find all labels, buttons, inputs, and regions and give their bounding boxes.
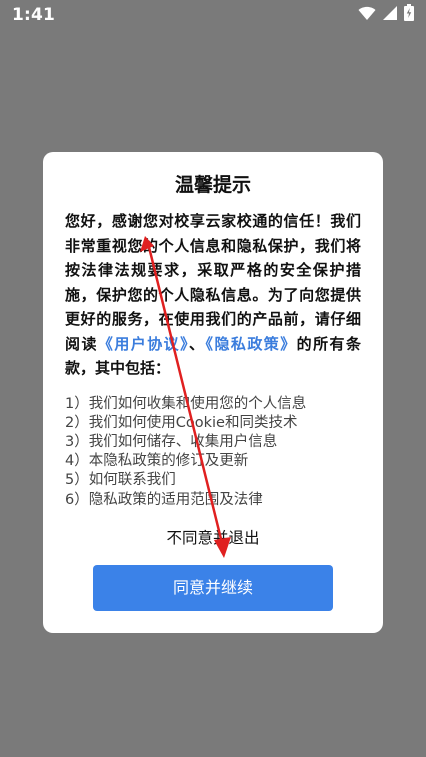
intro-text: 您好，感谢您对校享云家校通的信任！我们非常重视您的个人信息和隐私保护，我们将按法…	[65, 212, 361, 353]
privacy-policy-link[interactable]: 《隐私政策》	[206, 335, 297, 353]
privacy-dialog: 温馨提示 您好，感谢您对校享云家校通的信任！我们非常重视您的个人信息和隐私保护，…	[43, 152, 383, 633]
list-item: 4）本隐私政策的修订及更新	[65, 453, 249, 470]
list-item: 2）我们如何使用Cookie和同类技术	[65, 414, 298, 431]
list-item: 1）我们如何收集和使用您的个人信息	[65, 395, 307, 412]
list-item: 3）我们如何储存、收集用户信息	[65, 433, 278, 450]
signal-icon	[382, 5, 398, 21]
link-separator: 、	[189, 334, 206, 353]
user-agreement-link[interactable]: 《用户协议》	[98, 335, 189, 353]
dialog-intro: 您好，感谢您对校享云家校通的信任！我们非常重视您的个人信息和隐私保护，我们将按法…	[65, 209, 361, 381]
battery-icon	[404, 4, 414, 21]
status-icons	[358, 4, 414, 21]
accept-continue-button[interactable]: 同意并继续	[93, 565, 333, 611]
dialog-title: 温馨提示	[174, 174, 251, 196]
wifi-icon	[358, 5, 376, 21]
decline-exit-button[interactable]: 不同意并退出	[43, 526, 383, 550]
list-item: 5）如何联系我们	[65, 472, 176, 489]
status-bar: 1:41	[0, 0, 426, 32]
list-item: 6）隐私政策的适用范围及法律	[65, 491, 263, 508]
policy-list: 1）我们如何收集和使用您的个人信息 2）我们如何使用Cookie和同类技术 3）…	[65, 395, 361, 510]
status-time: 1:41	[12, 5, 56, 25]
